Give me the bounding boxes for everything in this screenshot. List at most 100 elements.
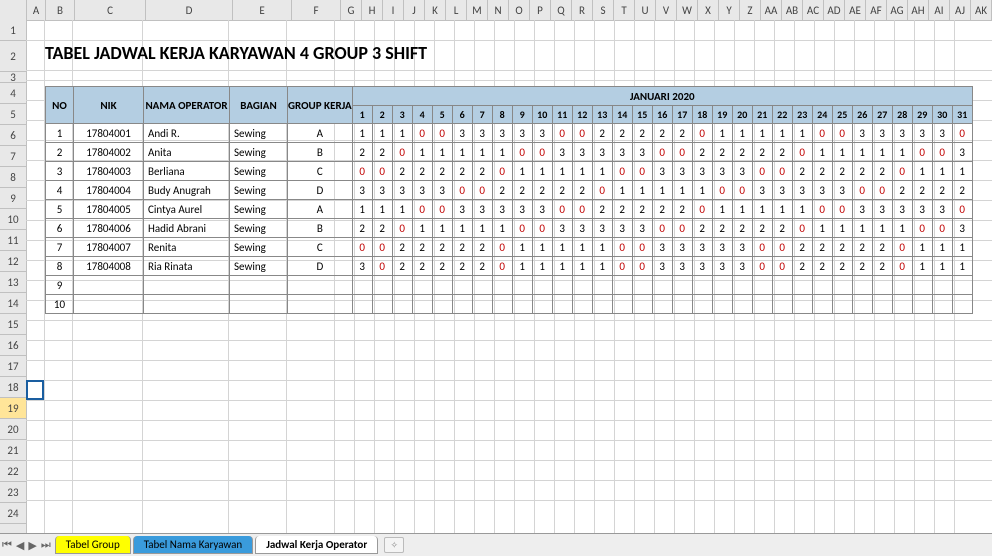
cell-day[interactable] [952,295,972,314]
cell-day[interactable]: 1 [632,181,652,200]
cell-day[interactable]: 0 [612,238,632,257]
cell-day[interactable]: 3 [532,200,552,219]
cell-day[interactable]: 2 [472,257,492,276]
cell-day[interactable]: 3 [912,124,932,143]
cell-day[interactable] [752,276,772,295]
col-header[interactable]: AC [803,0,824,20]
cell-day[interactable] [832,295,852,314]
cell-day[interactable]: 1 [392,124,412,143]
cell-day[interactable]: 2 [352,143,372,162]
cell-day[interactable]: 0 [532,219,552,238]
col-header[interactable]: AI [929,0,950,20]
cell-day[interactable] [852,276,872,295]
cell-day[interactable]: 1 [712,124,732,143]
cell-day[interactable]: 0 [592,181,612,200]
column-headers[interactable]: ABCDEFGHIJKLMNOPQRSTUVWXYZAAABACADAEAFAG… [0,0,992,21]
cell-day[interactable]: 3 [952,219,972,238]
cell-day[interactable]: 2 [832,162,852,181]
cell-day[interactable]: 0 [952,124,972,143]
cell-day[interactable] [592,295,612,314]
cell-day[interactable] [792,276,812,295]
cell-day[interactable] [532,295,552,314]
cell-day[interactable]: 0 [452,181,472,200]
cell-day[interactable]: 2 [352,219,372,238]
cell-day[interactable]: 1 [692,181,712,200]
row-header[interactable]: 9 [0,188,26,209]
cell-day[interactable]: 0 [892,162,912,181]
cell-day[interactable]: 1 [432,219,452,238]
cell-day[interactable]: 2 [612,124,632,143]
cell-day[interactable]: 0 [912,219,932,238]
cell-day[interactable]: 0 [772,162,792,181]
cell-day[interactable] [712,276,732,295]
cell-bagian[interactable]: Sewing [230,162,288,181]
cell-day[interactable]: 1 [652,181,672,200]
cell-nama[interactable]: Andi R. [144,124,230,143]
cell-day[interactable]: 1 [552,162,572,181]
cell-day[interactable]: 2 [392,162,412,181]
cell-day[interactable]: 1 [952,257,972,276]
cell-day[interactable]: 2 [812,238,832,257]
cell-no[interactable]: 3 [46,162,74,181]
cell-day[interactable]: 1 [552,257,572,276]
cell-bagian[interactable] [230,276,288,295]
row-header[interactable]: 13 [0,272,26,293]
col-header[interactable]: R [572,0,593,20]
cell-area[interactable]: TABEL JADWAL KERJA KARYAWAN 4 GROUP 3 SH… [26,20,992,534]
cell-day[interactable]: 2 [752,219,772,238]
cell-day[interactable]: 1 [552,238,572,257]
cell-day[interactable]: 0 [792,219,812,238]
cell-day[interactable] [412,276,432,295]
cell-day[interactable]: 3 [812,181,832,200]
cell-day[interactable]: 1 [752,200,772,219]
cell-day[interactable]: 2 [672,124,692,143]
col-header[interactable]: AA [761,0,782,20]
cell-day[interactable] [552,276,572,295]
cell-group[interactable]: C [288,238,353,257]
cell-day[interactable]: 1 [832,143,852,162]
cell-day[interactable]: 1 [532,162,552,181]
cell-day[interactable]: 0 [492,257,512,276]
cell-day[interactable]: 2 [412,238,432,257]
cell-day[interactable]: 3 [892,124,912,143]
cell-day[interactable]: 0 [872,181,892,200]
cell-day[interactable]: 1 [532,257,552,276]
cell-day[interactable] [572,295,592,314]
cell-day[interactable] [392,276,412,295]
cell-day[interactable]: 2 [392,238,412,257]
cell-day[interactable]: 0 [492,238,512,257]
cell-day[interactable]: 2 [472,238,492,257]
col-header[interactable]: Q [551,0,572,20]
cell-nik[interactable]: 17804007 [74,238,144,257]
cell-day[interactable]: 3 [712,238,732,257]
row-header[interactable]: 16 [0,335,26,356]
cell-day[interactable]: 3 [492,124,512,143]
cell-no[interactable]: 4 [46,181,74,200]
cell-day[interactable]: 0 [372,238,392,257]
cell-day[interactable] [452,295,472,314]
cell-day[interactable]: 0 [552,124,572,143]
cell-day[interactable] [732,276,752,295]
col-header[interactable]: E [233,0,292,20]
cell-day[interactable]: 2 [812,162,832,181]
cell-day[interactable]: 1 [872,219,892,238]
row-header[interactable]: 5 [0,104,26,125]
cell-day[interactable]: 0 [892,257,912,276]
col-header[interactable]: D [146,0,233,20]
cell-day[interactable]: 2 [652,124,672,143]
cell-bagian[interactable]: Sewing [230,181,288,200]
cell-day[interactable]: 1 [892,143,912,162]
cell-bagian[interactable] [230,295,288,314]
cell-day[interactable] [932,276,952,295]
cell-no[interactable]: 6 [46,219,74,238]
cell-day[interactable] [512,295,532,314]
cell-day[interactable]: 2 [752,143,772,162]
cell-day[interactable]: 0 [832,200,852,219]
cell-nik[interactable]: 17804008 [74,257,144,276]
cell-day[interactable]: 1 [592,257,612,276]
cell-day[interactable]: 1 [852,143,872,162]
cell-day[interactable]: 0 [352,238,372,257]
cell-day[interactable]: 3 [652,238,672,257]
cell-day[interactable]: 1 [432,143,452,162]
col-header[interactable]: AG [887,0,908,20]
